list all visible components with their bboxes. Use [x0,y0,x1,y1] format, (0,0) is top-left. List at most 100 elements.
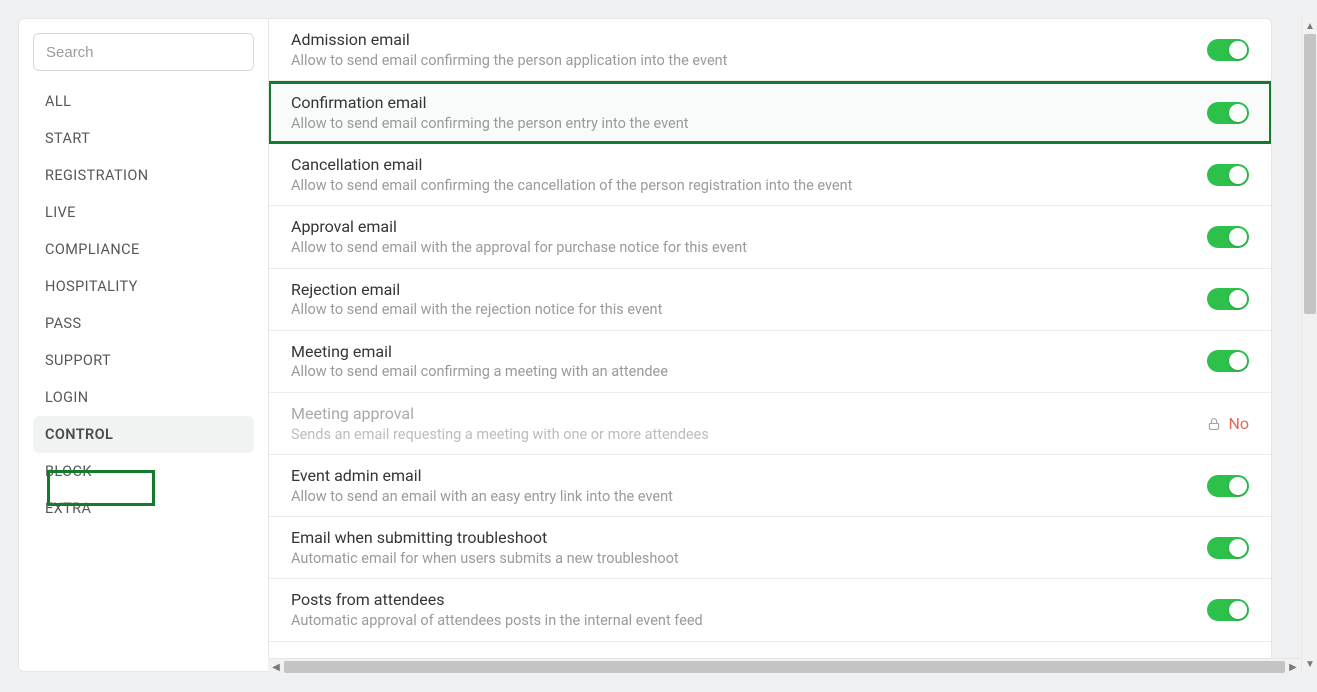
toggle-switch[interactable] [1207,475,1249,497]
setting-text: Meeting emailAllow to send email confirm… [291,341,1207,382]
settings-list: Admission emailAllow to send email confi… [269,19,1271,671]
setting-row: Rejection emailAllow to send email with … [269,269,1271,331]
setting-description: Automatic approval of attendees posts in… [291,611,1207,631]
setting-control [1207,537,1249,559]
toggle-switch[interactable] [1207,537,1249,559]
toggle-switch[interactable] [1207,102,1249,124]
sidebar-item-live[interactable]: LIVE [33,194,254,231]
setting-row: Meeting approvalSends an email requestin… [269,393,1271,455]
sidebar-item-start[interactable]: START [33,120,254,157]
sidebar-item-registration[interactable]: REGISTRATION [33,157,254,194]
sidebar-item-label: LIVE [45,204,76,221]
setting-row: Cancellation emailAllow to send email co… [269,144,1271,206]
vertical-scroll-thumb[interactable] [1304,34,1316,314]
sidebar-item-all[interactable]: ALL [33,83,254,120]
setting-row: Confirmation emailAllow to send email co… [269,81,1271,144]
setting-text: Confirmation emailAllow to send email co… [291,92,1207,133]
locked-text: No [1228,414,1249,433]
horizontal-scroll-thumb[interactable] [284,661,1285,673]
setting-control [1207,226,1249,248]
sidebar-item-label: REGISTRATION [45,167,148,184]
setting-description: Automatic email for when users submits a… [291,549,1207,569]
toggle-switch[interactable] [1207,164,1249,186]
sidebar-item-label: CONTROL [45,426,113,443]
setting-title: Approval email [291,216,1207,238]
sidebar-item-label: SUPPORT [45,352,111,369]
sidebar-item-block[interactable]: BLOCK [33,453,254,490]
setting-description: Sends an email requesting a meeting with… [291,425,1206,445]
sidebar-item-hospitality[interactable]: HOSPITALITY [33,268,254,305]
toggle-switch[interactable] [1207,288,1249,310]
setting-row: Approval emailAllow to send email with t… [269,206,1271,268]
sidebar-list: ALL START REGISTRATION LIVE COMPLIANCE HOSPIT… [19,83,268,527]
setting-control [1207,599,1249,621]
setting-control: No [1206,414,1249,433]
setting-description: Allow to send email confirming the cance… [291,176,1207,196]
locked-indicator: No [1206,414,1249,433]
sidebar-item-extra[interactable]: EXTRA [33,490,254,527]
setting-title: Event admin email [291,465,1207,487]
setting-title: Confirmation email [291,92,1207,114]
vertical-scrollbar[interactable]: ▲ ▼ [1301,18,1317,672]
toggle-switch[interactable] [1207,226,1249,248]
sidebar: ALL START REGISTRATION LIVE COMPLIANCE HOSPIT… [19,19,269,671]
lock-icon [1206,416,1222,432]
sidebar-item-label: LOGIN [45,389,89,406]
setting-control [1207,475,1249,497]
sidebar-item-pass[interactable]: PASS [33,305,254,342]
sidebar-item-label: BLOCK [45,463,92,480]
sidebar-item-label: ALL [45,93,71,110]
setting-description: Allow to send email with the rejection n… [291,300,1207,320]
toggle-switch[interactable] [1207,39,1249,61]
setting-title: Cancellation email [291,154,1207,176]
toggle-switch[interactable] [1207,599,1249,621]
setting-title: Admission email [291,29,1207,51]
settings-panel: ALL START REGISTRATION LIVE COMPLIANCE HOSPIT… [18,18,1272,672]
setting-title: Meeting email [291,341,1207,363]
setting-control [1207,39,1249,61]
setting-text: Rejection emailAllow to send email with … [291,279,1207,320]
sidebar-item-compliance[interactable]: COMPLIANCE [33,231,254,268]
scroll-left-arrow-icon[interactable]: ◀ [268,659,284,675]
sidebar-item-support[interactable]: SUPPORT [33,342,254,379]
setting-text: Cancellation emailAllow to send email co… [291,154,1207,195]
sidebar-item-label: COMPLIANCE [45,241,140,258]
setting-title: Meeting approval [291,403,1206,425]
toggle-knob [1229,352,1247,370]
toggle-knob [1229,228,1247,246]
setting-text: Email when submitting troubleshootAutoma… [291,527,1207,568]
setting-control [1207,102,1249,124]
search-box [33,33,254,71]
toggle-knob [1229,41,1247,59]
toggle-knob [1229,290,1247,308]
setting-control [1207,350,1249,372]
sidebar-item-label: START [45,130,90,147]
horizontal-scrollbar[interactable]: ◀ ▶ [268,658,1301,674]
sidebar-item-label: EXTRA [45,500,91,517]
search-input[interactable] [33,33,254,71]
setting-row: Event admin emailAllow to send an email … [269,455,1271,517]
settings-main: Admission emailAllow to send email confi… [269,19,1271,671]
setting-control [1207,288,1249,310]
sidebar-item-login[interactable]: LOGIN [33,379,254,416]
scroll-down-arrow-icon[interactable]: ▼ [1302,656,1317,672]
toggle-knob [1229,601,1247,619]
setting-title: Posts from attendees [291,589,1207,611]
sidebar-item-control[interactable]: CONTROL [33,416,254,453]
setting-description: Allow to send email confirming the perso… [291,51,1207,71]
setting-row: Posts from attendeesAutomatic approval o… [269,579,1271,641]
setting-text: Meeting approvalSends an email requestin… [291,403,1206,444]
setting-control [1207,164,1249,186]
setting-text: Event admin emailAllow to send an email … [291,465,1207,506]
setting-description: Allow to send email confirming the perso… [291,114,1207,134]
setting-text: Posts from attendeesAutomatic approval o… [291,589,1207,630]
scroll-up-arrow-icon[interactable]: ▲ [1302,18,1317,34]
setting-title: Rejection email [291,279,1207,301]
setting-description: Allow to send an email with an easy entr… [291,487,1207,507]
sidebar-item-label: HOSPITALITY [45,278,138,295]
sidebar-item-label: PASS [45,315,81,332]
scroll-right-arrow-icon[interactable]: ▶ [1285,659,1301,675]
setting-description: Allow to send email with the approval fo… [291,238,1207,258]
setting-text: Approval emailAllow to send email with t… [291,216,1207,257]
toggle-switch[interactable] [1207,350,1249,372]
